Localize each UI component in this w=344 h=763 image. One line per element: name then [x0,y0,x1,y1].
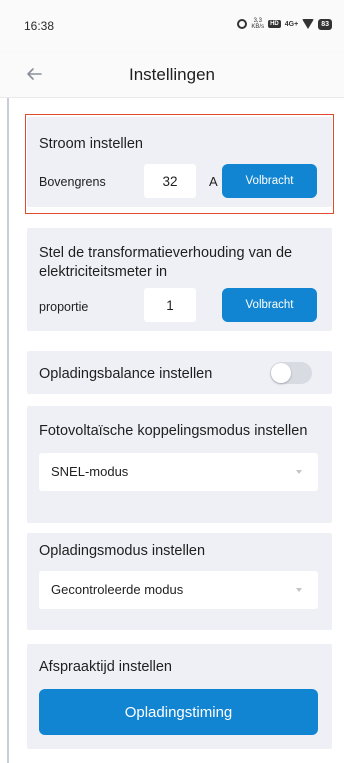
mode-settings-title: Opladingsmodus instellen [39,543,206,559]
network-speed: 3,3 KB/s [251,18,264,30]
ratio-done-button[interactable]: Volbracht [222,288,317,322]
status-icons: 3,3 KB/s HD 4G+ 83 [237,18,332,30]
speed-unit: KB/s [251,24,265,30]
alarm-icon [237,19,248,29]
ratio-title-line1: Stel de transformatieverhouding van de [39,245,293,261]
signal-icon: 4G+ [284,20,299,28]
chevron-down-icon [296,588,302,592]
wifi-icon [302,19,315,29]
appointment-settings-card: Afspraaktijd instellen Opladingstiming [27,644,332,749]
hd-icon: HD [268,20,281,28]
status-bar: 16:38 3,3 KB/s HD 4G+ 83 [0,0,344,52]
current-done-button[interactable]: Volbracht [222,164,317,198]
ratio-settings-title: Stel de transformatieverhouding van de e… [39,244,292,282]
battery-icon: 83 [318,18,332,30]
pv-settings-title: Fotovoltaïsche koppelingsmodus instellen [39,423,308,439]
balance-toggle[interactable] [270,362,312,384]
ratio-label: proportie [39,300,89,314]
appointment-settings-title: Afspraaktijd instellen [39,659,172,675]
chevron-down-icon [296,470,302,474]
pv-mode-select[interactable]: SNEL-modus [39,453,318,491]
page-title: Instellingen [128,65,215,84]
upper-limit-input[interactable] [144,164,196,198]
charging-mode-value: Gecontroleerde modus [51,582,184,597]
pv-mode-value: SNEL-modus [51,464,129,479]
balance-settings-card: Opladingsbalance instellen [27,351,332,394]
pv-settings-card: Fotovoltaïsche koppelingsmodus instellen… [27,406,332,523]
status-time: 16:38 [24,19,55,33]
current-settings-title: Stroom instellen [39,136,143,152]
mode-settings-card: Opladingsmodus instellen Gecontroleerde … [27,533,332,630]
app-header: Instellingen [0,52,344,98]
current-settings-card: Stroom instellen Bovengrens A Volbracht [27,117,332,207]
charging-mode-select[interactable]: Gecontroleerde modus [39,571,318,609]
toggle-knob [271,363,291,383]
unit-label: A [209,174,218,189]
ratio-title-line2: elektriciteitsmeter in [39,264,168,280]
left-divider [7,98,9,763]
upper-limit-label: Bovengrens [39,175,106,189]
ratio-settings-card: Stel de transformatieverhouding van de e… [27,228,332,331]
ratio-input[interactable] [144,288,196,322]
balance-settings-title: Opladingsbalance instellen [39,366,213,382]
charging-timing-button[interactable]: Opladingstiming [39,689,318,735]
